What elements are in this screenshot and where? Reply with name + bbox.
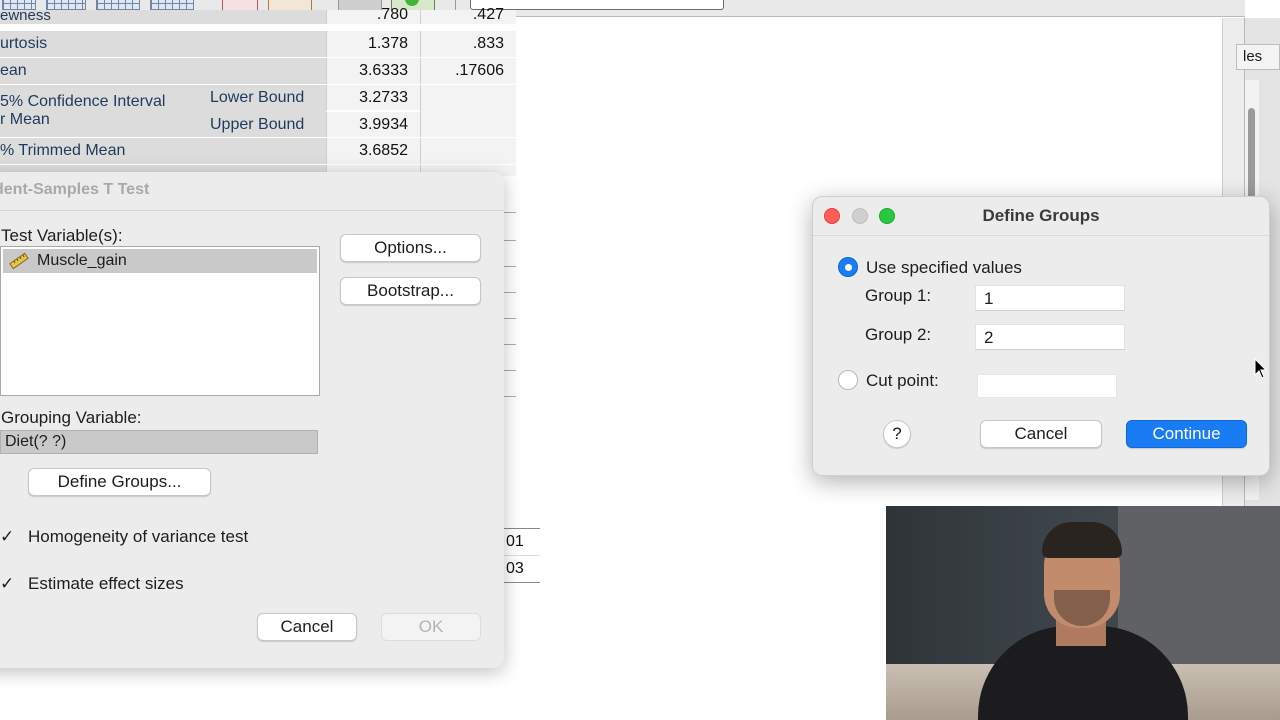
row-label-continued: r Mean bbox=[0, 111, 50, 128]
output-table: 01 03 bbox=[504, 528, 540, 583]
table-row: ewness .780 .427 bbox=[0, 6, 516, 25]
descriptives-table: ewness .780 .427 urtosis 1.378 .833 ean … bbox=[0, 6, 516, 177]
search-input[interactable] bbox=[470, 0, 724, 10]
row-label: ewness bbox=[0, 10, 326, 24]
std-error-value: .427 bbox=[420, 6, 516, 24]
cut-point-label: Cut point: bbox=[866, 371, 939, 390]
bootstrap-button[interactable]: Bootstrap... bbox=[340, 277, 481, 305]
webcam-person-hair bbox=[1042, 522, 1122, 558]
table-row: urtosis 1.378 .833 bbox=[0, 31, 516, 58]
row-label: 5% Confidence Interval bbox=[0, 93, 166, 110]
statistic-value: 3.6852 bbox=[326, 138, 420, 164]
continue-button[interactable]: Continue bbox=[1126, 420, 1247, 448]
test-variables-label: Test Variable(s): bbox=[1, 226, 123, 245]
table-gridline bbox=[504, 266, 516, 267]
table-cell: 03 bbox=[506, 560, 524, 577]
dialog-titlebar: Define Groups bbox=[813, 197, 1269, 236]
grouping-variable-label: Grouping Variable: bbox=[1, 408, 142, 427]
homogeneity-label: Homogeneity of variance test bbox=[28, 527, 249, 546]
group1-input[interactable]: 1 bbox=[975, 285, 1125, 311]
table-gridline bbox=[504, 555, 540, 556]
test-variables-list[interactable]: Muscle_gain bbox=[0, 246, 320, 396]
statistic-value: 3.6333 bbox=[326, 58, 420, 84]
define-groups-dialog: Define Groups Use specified values Group… bbox=[812, 196, 1270, 476]
cut-point-radio[interactable] bbox=[838, 370, 858, 390]
table-gridline bbox=[504, 240, 516, 241]
define-groups-button[interactable]: Define Groups... bbox=[28, 468, 211, 496]
group1-label: Group 1: bbox=[865, 286, 932, 305]
std-error-empty bbox=[420, 85, 516, 137]
t-test-dialog: dent-Samples T Test Test Variable(s): Mu… bbox=[0, 172, 504, 668]
table-gridline bbox=[504, 396, 516, 397]
table-row: 5% Confidence Interval r Mean Lower Boun… bbox=[0, 85, 516, 138]
scale-variable-icon bbox=[9, 252, 29, 270]
dialog-title: Define Groups bbox=[982, 206, 1100, 225]
table-row: ean 3.6333 .17606 bbox=[0, 58, 516, 85]
table-gridline bbox=[504, 212, 516, 213]
checkmark-icon: ✓ bbox=[0, 527, 15, 546]
row-label: % Trimmed Mean bbox=[0, 138, 326, 164]
grouping-variable-field[interactable]: Diet(? ?) bbox=[0, 430, 318, 454]
std-error-value: .17606 bbox=[420, 58, 516, 84]
row-label: urtosis bbox=[0, 31, 326, 57]
upper-bound-value: 3.9934 bbox=[326, 112, 420, 137]
std-error-value: .833 bbox=[420, 31, 516, 57]
lower-bound-value: 3.2733 bbox=[326, 85, 420, 111]
dialog-title: dent-Samples T Test bbox=[0, 181, 150, 198]
cut-point-input[interactable] bbox=[977, 374, 1117, 398]
std-error-value bbox=[420, 138, 516, 164]
effect-sizes-label: Estimate effect sizes bbox=[28, 574, 184, 593]
use-specified-values-radio[interactable] bbox=[838, 257, 858, 277]
upper-bound-label: Upper Bound bbox=[196, 112, 326, 137]
statistic-value: 1.378 bbox=[326, 31, 420, 57]
list-item[interactable]: Muscle_gain bbox=[3, 249, 317, 273]
side-panel-tab[interactable]: les bbox=[1236, 44, 1280, 70]
dialog-titlebar: dent-Samples T Test bbox=[0, 172, 504, 211]
webcam-video bbox=[886, 506, 1280, 720]
table-gridline bbox=[504, 318, 516, 319]
table-row: % Trimmed Mean 3.6852 bbox=[0, 138, 516, 165]
table-gridline bbox=[504, 292, 516, 293]
ok-button[interactable]: OK bbox=[381, 613, 481, 641]
cancel-button[interactable]: Cancel bbox=[257, 613, 357, 641]
options-button[interactable]: Options... bbox=[340, 234, 481, 262]
use-specified-values-label: Use specified values bbox=[866, 258, 1022, 277]
table-gridline bbox=[504, 370, 516, 371]
lower-bound-label: Lower Bound bbox=[196, 85, 326, 111]
row-label: ean bbox=[0, 58, 326, 84]
variable-name: Muscle_gain bbox=[37, 252, 127, 269]
table-gridline bbox=[504, 344, 516, 345]
group2-label: Group 2: bbox=[865, 325, 932, 344]
cancel-button[interactable]: Cancel bbox=[980, 420, 1102, 448]
help-button[interactable]: ? bbox=[883, 420, 911, 448]
checkmark-icon: ✓ bbox=[0, 574, 15, 593]
group2-input[interactable]: 2 bbox=[975, 324, 1125, 350]
table-cell: 01 bbox=[506, 533, 524, 550]
statistic-value: .780 bbox=[326, 6, 420, 24]
mouse-cursor-icon bbox=[1254, 358, 1268, 379]
